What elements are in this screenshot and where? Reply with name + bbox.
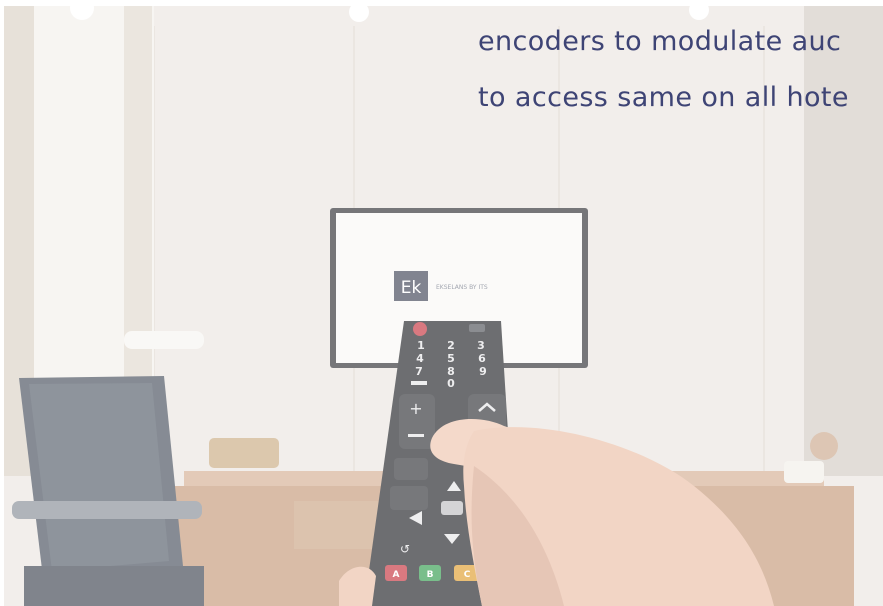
hero-caption: encoders to modulate auc to access same … — [478, 14, 883, 126]
caption-line-1: encoders to modulate auc — [478, 26, 842, 57]
caption-line-2: to access same on all hote — [478, 82, 849, 113]
hero-section: Ek EKSELANS BY ITS 1 2 3 4 5 6 7 8 9 0 +… — [0, 0, 883, 606]
